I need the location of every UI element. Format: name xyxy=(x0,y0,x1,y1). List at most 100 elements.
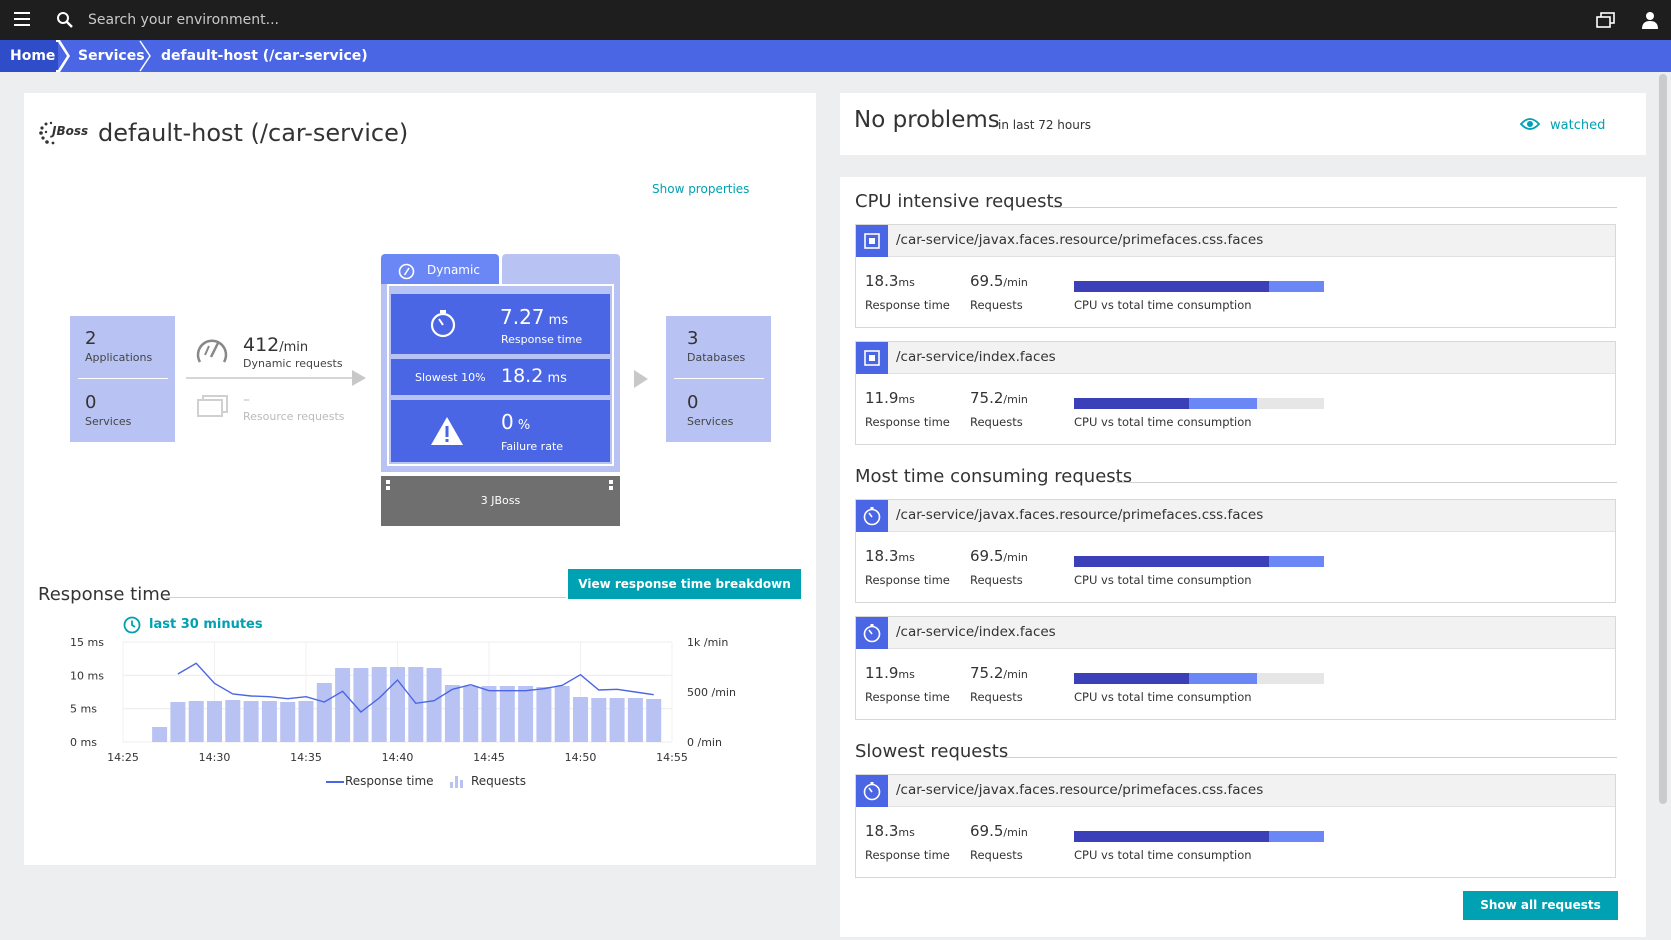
slowest-label: Slowest 10% xyxy=(415,371,486,384)
request-card[interactable]: /car-service/javax.faces.resource/primef… xyxy=(855,774,1616,878)
response-time-chart[interactable]: 15 ms 10 ms 5 ms 0 ms 1k /min 500 /min 0 /min 1… xyxy=(30,630,800,798)
tab-dynamic-label: Dynamic xyxy=(427,263,480,277)
dynamic-requests-label: Dynamic requests xyxy=(243,357,343,370)
requests-bar xyxy=(225,700,241,742)
response-time-label: Response time xyxy=(865,298,950,312)
requests-bar xyxy=(335,668,351,742)
request-name[interactable]: /car-service/javax.faces.resource/primef… xyxy=(896,507,1263,523)
x-tick: 14:30 xyxy=(199,751,231,764)
response-time-label: Response time xyxy=(865,848,950,862)
top-bar: Search your environment... xyxy=(0,0,1671,40)
response-time-label: Response time xyxy=(501,333,583,346)
response-time-label: Response time xyxy=(865,573,950,587)
eye-icon[interactable] xyxy=(1520,117,1540,131)
request-rate: 69.5/min xyxy=(970,822,1028,840)
svg-text:JBoss: JBoss xyxy=(50,124,88,138)
callees-box[interactable]: 3 Databases 0 Services xyxy=(666,316,771,442)
divider xyxy=(674,378,764,379)
x-tick: 14:55 xyxy=(656,751,688,764)
response-time-label: Response time xyxy=(865,690,950,704)
requests-bar xyxy=(371,667,387,742)
requests-bar xyxy=(627,698,643,742)
cpu-consumption-label: CPU vs total time consumption xyxy=(1074,415,1252,429)
requests-label: Requests xyxy=(970,415,1023,429)
callers-box[interactable]: 2 Applications 0 Services xyxy=(70,316,175,442)
failure-rate-value: 0 % xyxy=(501,410,531,434)
response-time-value: 7.27 ms xyxy=(500,305,569,329)
response-time-tile[interactable]: 7.27 ms Response time xyxy=(391,294,610,354)
requests-bar xyxy=(206,701,223,742)
y-left-tick: 10 ms xyxy=(70,669,104,682)
speedometer-icon xyxy=(196,339,228,363)
slowest-tile[interactable]: Slowest 10% 18.2 ms xyxy=(391,359,610,395)
request-response-time: 18.3ms xyxy=(865,822,915,840)
chevron-right-icon xyxy=(139,40,151,72)
caller-services-count: 0 xyxy=(85,392,97,413)
failure-rate-tile[interactable]: 0 % Failure rate xyxy=(391,400,610,462)
cpu-consumption-bar xyxy=(1074,673,1324,684)
requests-bar xyxy=(170,702,186,742)
databases-label: Databases xyxy=(687,351,746,364)
arrow-right-icon xyxy=(634,370,648,388)
requests-label: Requests xyxy=(970,848,1023,862)
watched-toggle[interactable]: watched xyxy=(1550,118,1605,133)
gauge-icon xyxy=(398,263,415,280)
divider xyxy=(1052,207,1617,208)
requests-bar xyxy=(609,698,625,742)
request-rate: 75.2/min xyxy=(970,389,1028,407)
request-name[interactable]: /car-service/javax.faces.resource/primef… xyxy=(896,232,1263,248)
search-icon[interactable] xyxy=(56,11,74,29)
requests-bar xyxy=(152,727,168,742)
legend-bars-icon xyxy=(450,776,463,788)
cpu-icon xyxy=(856,225,888,257)
legend-requests[interactable]: Requests xyxy=(471,774,526,788)
flow-arrow-line xyxy=(186,377,354,379)
show-properties-link[interactable]: Show properties xyxy=(652,182,749,196)
clock-icon xyxy=(856,500,888,532)
callee-services-label: Services xyxy=(687,415,734,428)
requests-bar xyxy=(646,699,662,742)
view-breakdown-button[interactable]: View response time breakdown xyxy=(568,569,801,599)
process-group-box[interactable]: 3 JBoss xyxy=(381,476,620,526)
slowest-value: 18.2 ms xyxy=(501,365,567,387)
breadcrumb-services[interactable]: Services xyxy=(78,40,145,72)
section-heading: Most time consuming requests xyxy=(855,466,1133,487)
requests-bar xyxy=(408,667,424,742)
request-card[interactable]: /car-service/index.faces 11.9ms Response t… xyxy=(855,616,1616,720)
legend-response-time[interactable]: Response time xyxy=(345,774,434,788)
x-tick: 14:50 xyxy=(565,751,597,764)
dynamic-requests-rate: 412/min xyxy=(243,334,309,356)
request-card[interactable]: /car-service/javax.faces.resource/primef… xyxy=(855,499,1616,603)
request-name[interactable]: /car-service/index.faces xyxy=(896,624,1056,640)
request-card[interactable]: /car-service/index.faces 11.9ms Response t… xyxy=(855,341,1616,445)
request-rate: 75.2/min xyxy=(970,664,1028,682)
cpu-consumption-bar xyxy=(1074,556,1324,567)
user-icon[interactable] xyxy=(1641,11,1659,29)
tab-secondary[interactable] xyxy=(502,254,620,286)
request-name[interactable]: /car-service/javax.faces.resource/primef… xyxy=(896,782,1263,798)
requests-bar xyxy=(316,683,332,742)
breadcrumb: Home Services default-host (/car-service… xyxy=(0,40,1671,72)
search-input[interactable]: Search your environment... xyxy=(88,12,279,28)
requests-bar xyxy=(188,701,204,742)
requests-bar xyxy=(353,668,369,742)
request-card[interactable]: /car-service/javax.faces.resource/primef… xyxy=(855,224,1616,328)
resource-requests-rate: – xyxy=(243,392,250,408)
request-name[interactable]: /car-service/index.faces xyxy=(896,349,1056,365)
y-right-tick: 500 /min xyxy=(687,686,736,699)
divider xyxy=(1116,482,1617,483)
service-title: default-host (/car-service) xyxy=(98,119,409,147)
show-all-requests-button[interactable]: Show all requests xyxy=(1463,891,1618,920)
scrollbar[interactable] xyxy=(1659,74,1667,804)
tab-dynamic[interactable]: Dynamic xyxy=(381,254,499,286)
y-left-tick: 0 ms xyxy=(70,736,97,749)
requests-bar xyxy=(536,687,552,742)
resource-requests-label: Resource requests xyxy=(243,410,345,423)
windows-icon[interactable] xyxy=(1596,12,1616,28)
request-response-time: 18.3ms xyxy=(865,547,915,565)
breadcrumb-home[interactable]: Home xyxy=(0,40,58,72)
requests-bar xyxy=(261,701,277,742)
requests-bar xyxy=(591,698,607,742)
hamburger-menu-icon[interactable] xyxy=(14,12,30,26)
requests-bar xyxy=(463,686,479,742)
